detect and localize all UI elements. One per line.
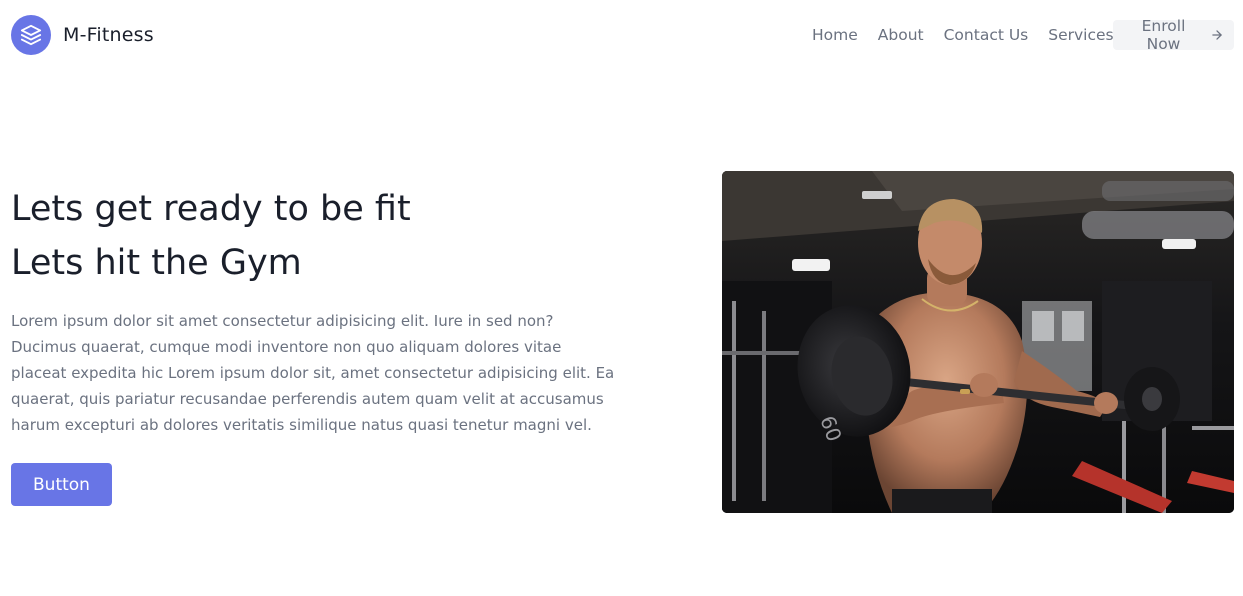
main-nav: Home About Contact Us Services: [812, 20, 1134, 50]
enroll-now-label: Enroll Now: [1141, 17, 1186, 53]
nav-services[interactable]: Services: [1048, 26, 1113, 44]
arrow-right-icon: [1210, 28, 1224, 42]
enroll-now-button[interactable]: Enroll Now: [1113, 17, 1234, 53]
hero-button[interactable]: Button: [11, 463, 112, 506]
hero-title: Lets get ready to be fit Lets hit the Gy…: [11, 182, 631, 290]
nav-home[interactable]: Home: [812, 26, 858, 44]
layers-icon: [11, 15, 51, 55]
site-header: M-Fitness Home About Contact Us Services…: [0, 0, 1243, 72]
nav-contact-us[interactable]: Contact Us: [944, 26, 1029, 44]
hero-description: Lorem ipsum dolor sit amet consectetur a…: [11, 312, 615, 434]
hero-content: Lets get ready to be fit Lets hit the Gy…: [11, 182, 631, 438]
hero-title-line-2: Lets hit the Gym: [11, 243, 302, 283]
brand-name: M-Fitness: [63, 24, 154, 46]
brand[interactable]: M-Fitness: [11, 15, 154, 55]
hero-image: 60: [722, 171, 1234, 513]
hero-title-line-1: Lets get ready to be fit: [11, 189, 411, 229]
nav-about[interactable]: About: [878, 26, 924, 44]
